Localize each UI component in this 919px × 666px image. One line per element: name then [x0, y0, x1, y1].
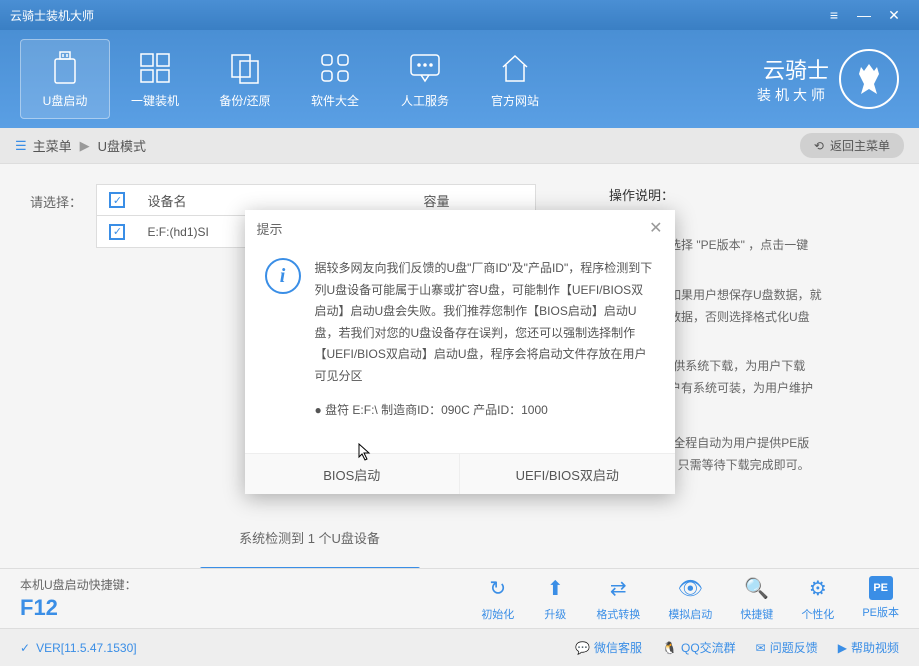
modal-close-button[interactable]: ✕ — [649, 218, 662, 238]
modal-header: 提示 ✕ — [245, 210, 675, 246]
modal-dialog: 提示 ✕ i 据较多网友向我们反馈的U盘"厂商ID"及"产品ID"，程序检测到下… — [245, 210, 675, 494]
info-icon: i — [265, 258, 301, 294]
modal-overlay: 提示 ✕ i 据较多网友向我们反馈的U盘"厂商ID"及"产品ID"，程序检测到下… — [0, 0, 919, 666]
modal-body: i 据较多网友向我们反馈的U盘"厂商ID"及"产品ID"，程序检测到下列U盘设备… — [245, 246, 675, 453]
modal-footer: BIOS启动 UEFI/BIOS双启动 — [245, 453, 675, 494]
modal-title: 提示 — [257, 219, 283, 238]
modal-message: 据较多网友向我们反馈的U盘"厂商ID"及"产品ID"，程序检测到下列U盘设备可能… — [315, 258, 655, 388]
modal-detail: ● 盘符 E:F:\ 制造商ID：090C 产品ID：1000 — [315, 400, 655, 422]
uefi-bios-boot-button[interactable]: UEFI/BIOS双启动 — [460, 454, 675, 494]
modal-text: 据较多网友向我们反馈的U盘"厂商ID"及"产品ID"，程序检测到下列U盘设备可能… — [315, 258, 655, 433]
bios-boot-button[interactable]: BIOS启动 — [245, 454, 461, 494]
